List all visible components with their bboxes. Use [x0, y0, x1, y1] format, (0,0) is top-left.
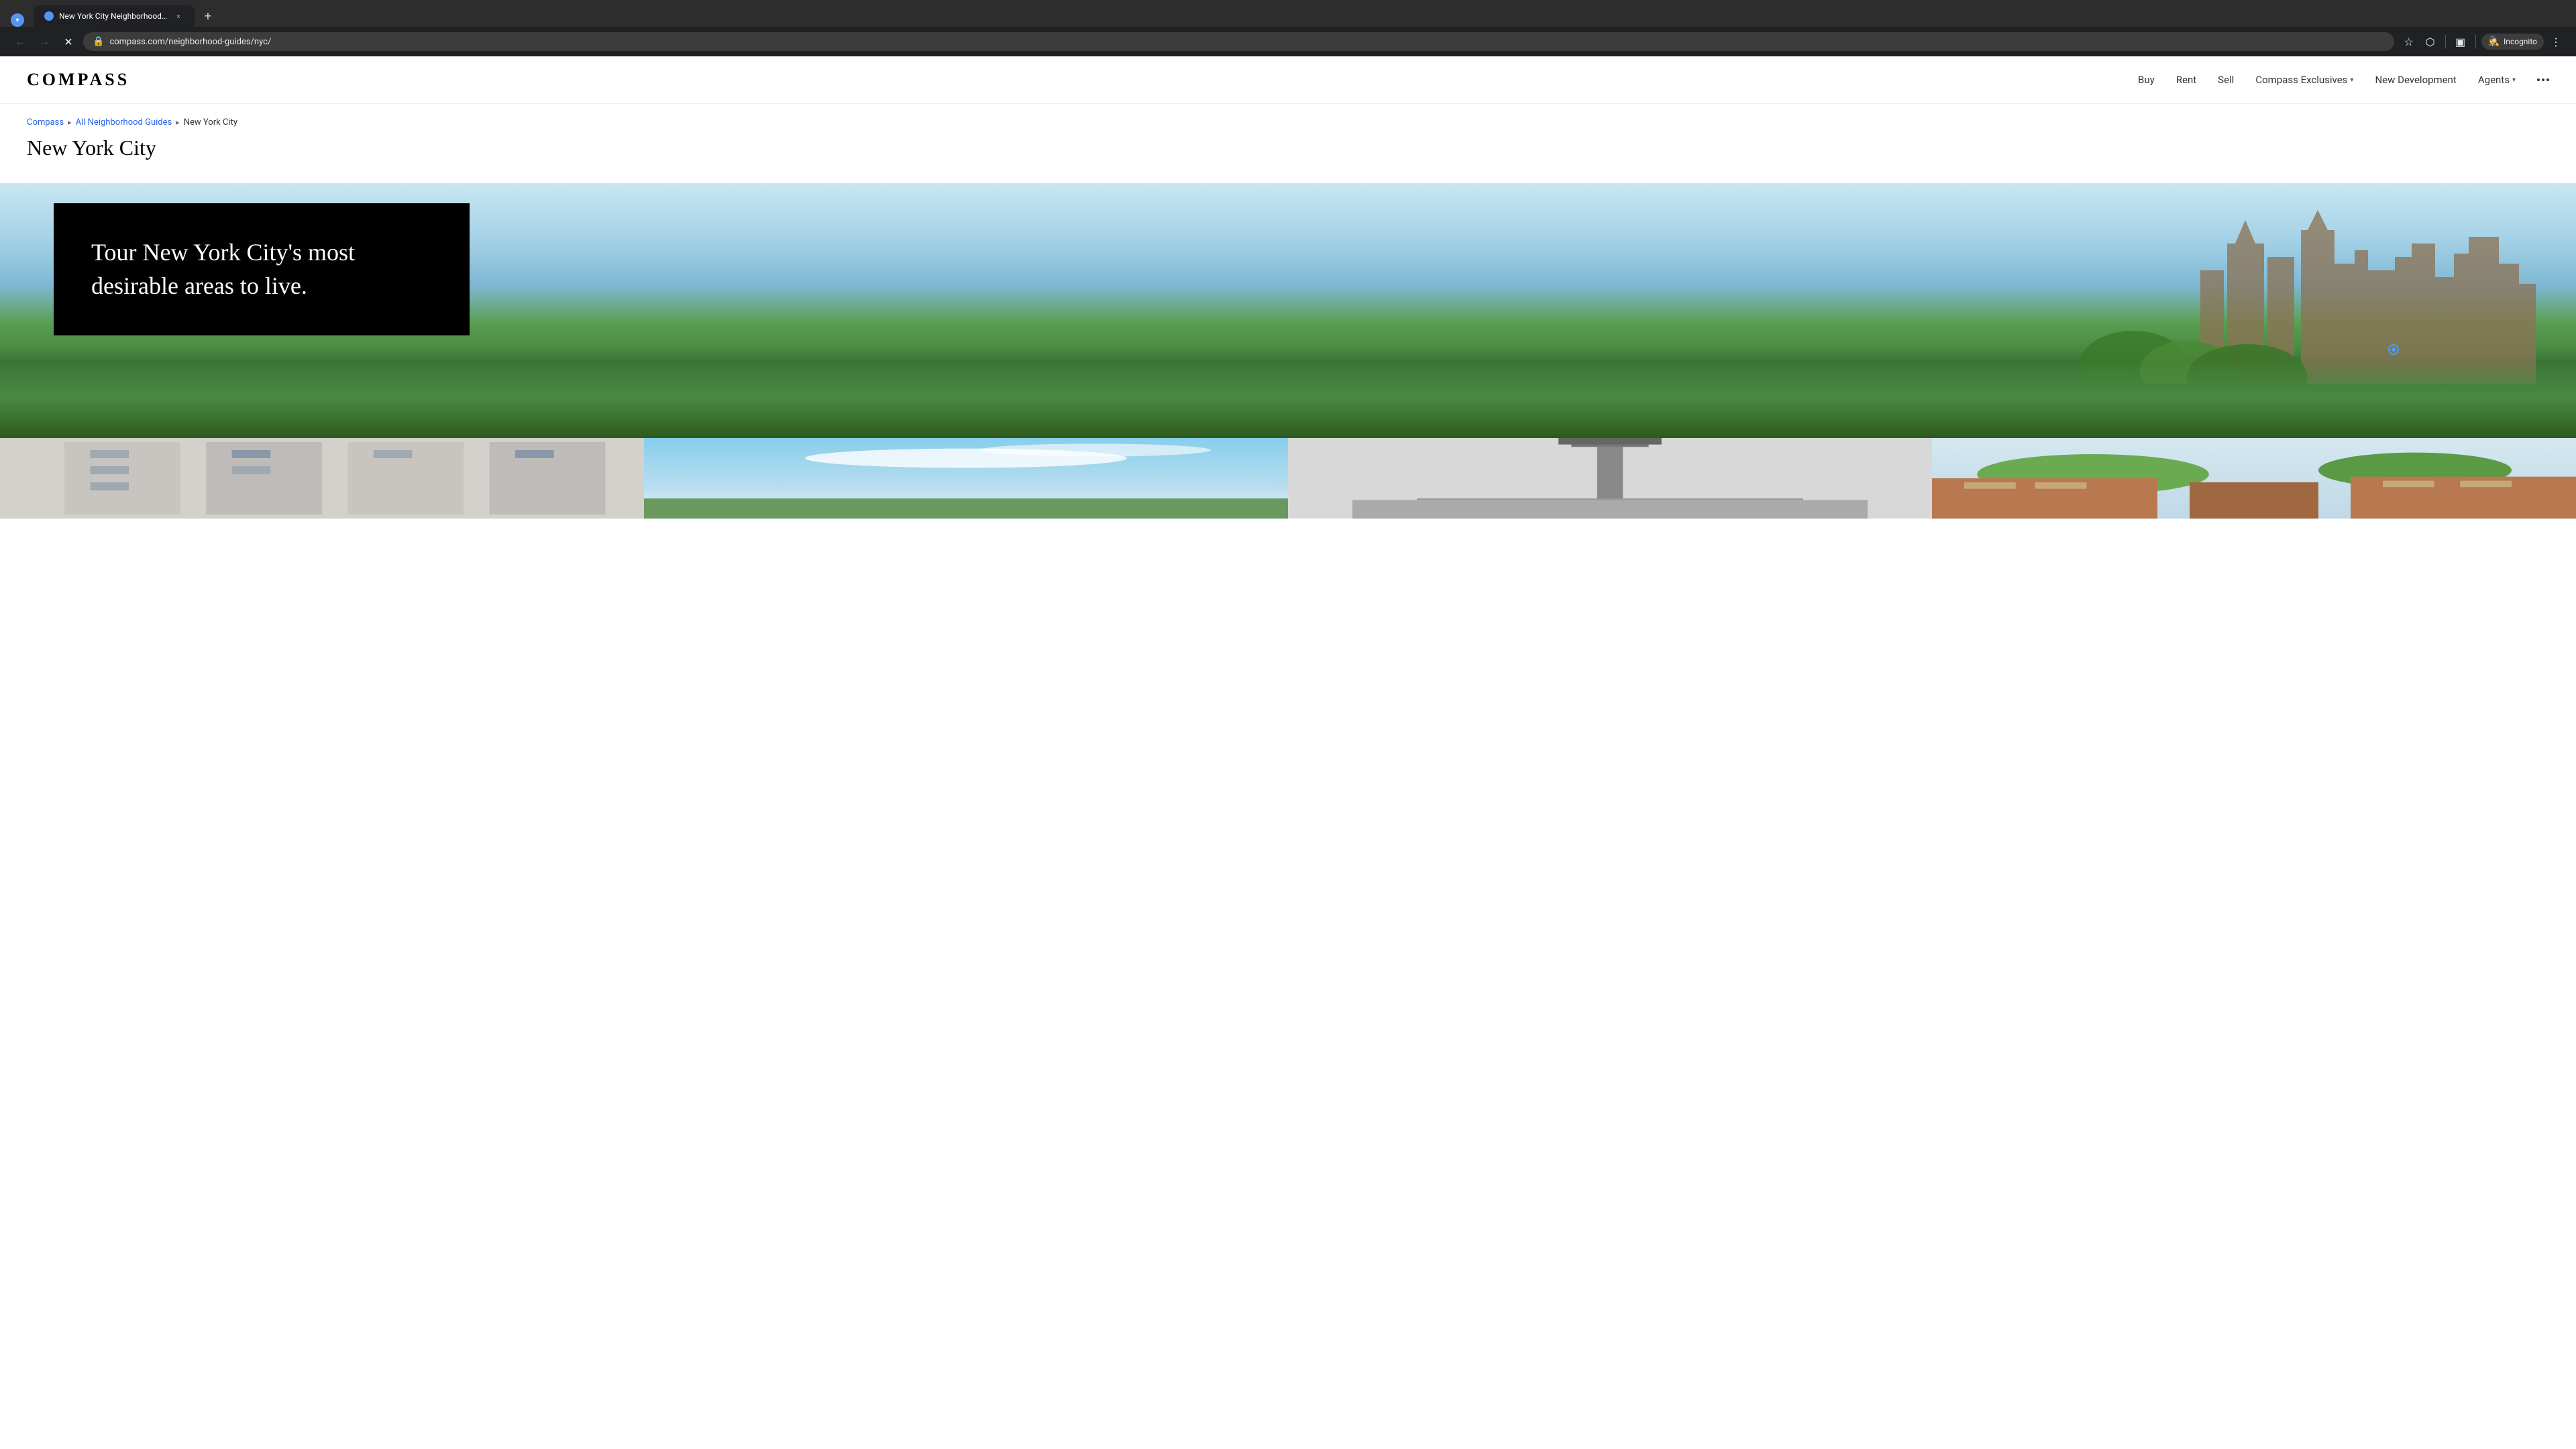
tab-title: New York City Neighborhood G... [59, 11, 168, 21]
thumbnail-1[interactable] [0, 438, 644, 519]
tab-favicon [44, 11, 54, 21]
hero-trees [0, 358, 2576, 438]
extensions-button[interactable]: ⬡ [2421, 32, 2440, 51]
page-title: New York City [27, 136, 2549, 160]
nav-divider [2445, 35, 2446, 48]
cursor-ring [2388, 344, 2399, 355]
lock-icon: 🔒 [93, 36, 104, 47]
breadcrumb: Compass ▸ All Neighborhood Guides ▸ New … [27, 117, 2549, 127]
breadcrumb-home-link[interactable]: Compass [27, 117, 64, 127]
url-display[interactable]: compass.com/neighborhood-guides/nyc/ [109, 37, 2384, 47]
nav-compass-exclusives[interactable]: Compass Exclusives ▾ [2255, 74, 2353, 86]
site-header: COMPASS Buy Rent Sell Compass Exclusives… [0, 56, 2576, 104]
website-content: COMPASS Buy Rent Sell Compass Exclusives… [0, 56, 2576, 519]
thumbnail-4[interactable] [1932, 438, 2576, 519]
incognito-icon: 🕵 [2488, 36, 2500, 47]
browser-nav-icons: ☆ ⬡ ▣ 🕵 Incognito ⋮ [2400, 32, 2565, 51]
nav-agents[interactable]: Agents ▾ [2478, 74, 2516, 86]
tab-close-button[interactable]: × [173, 11, 184, 21]
thumbnail-2[interactable] [644, 438, 1288, 519]
bookmark-button[interactable]: ☆ [2400, 32, 2418, 51]
nav-divider-2 [2475, 35, 2476, 48]
nav-bar: ← → ✕ 🔒 compass.com/neighborhood-guides/… [0, 27, 2576, 56]
breadcrumb-section: Compass ▸ All Neighborhood Guides ▸ New … [0, 104, 2576, 167]
new-tab-button[interactable]: + [199, 7, 217, 25]
cursor-center [2392, 347, 2396, 352]
dot-3 [2546, 78, 2549, 81]
cursor [2388, 344, 2402, 358]
forward-button[interactable]: → [35, 32, 54, 51]
breadcrumb-arrow-2: ▸ [176, 118, 180, 127]
nav-new-development[interactable]: New Development [2375, 74, 2456, 86]
hero-headline: Tour New York City's most desirable area… [91, 235, 432, 303]
profile-button[interactable]: ▾ [11, 13, 24, 27]
breadcrumb-parent-link[interactable]: All Neighborhood Guides [76, 117, 172, 127]
breadcrumb-current: New York City [184, 117, 237, 127]
menu-button[interactable]: ⋮ [2546, 32, 2565, 51]
dot-2 [2542, 78, 2544, 81]
nav-sell[interactable]: Sell [2218, 74, 2234, 86]
hero-section: Tour New York City's most desirable area… [0, 183, 2576, 438]
thumbnails-section [0, 438, 2576, 519]
browser-chrome: ▾ New York City Neighborhood G... × + ← … [0, 0, 2576, 56]
more-menu-button[interactable] [2537, 78, 2549, 81]
back-button[interactable]: ← [11, 32, 30, 51]
thumbnail-3[interactable] [1288, 438, 1932, 519]
tab-bar: ▾ New York City Neighborhood G... × + [0, 0, 2576, 27]
incognito-badge[interactable]: 🕵 Incognito [2481, 34, 2544, 50]
site-logo[interactable]: COMPASS [27, 70, 129, 90]
browser-tab-active[interactable]: New York City Neighborhood G... × [34, 5, 195, 27]
nav-rent[interactable]: Rent [2176, 74, 2196, 86]
dot-1 [2537, 78, 2540, 81]
incognito-label: Incognito [2504, 37, 2537, 46]
breadcrumb-arrow-1: ▸ [68, 118, 72, 127]
compass-exclusives-dropdown-icon: ▾ [2350, 76, 2353, 84]
address-bar[interactable]: 🔒 compass.com/neighborhood-guides/nyc/ [83, 32, 2394, 51]
reload-button[interactable]: ✕ [59, 32, 78, 51]
agents-dropdown-icon: ▾ [2512, 76, 2516, 84]
nav-buy[interactable]: Buy [2138, 74, 2155, 86]
site-nav: Buy Rent Sell Compass Exclusives ▾ New D… [2138, 74, 2549, 86]
hero-content-box: Tour New York City's most desirable area… [54, 203, 470, 335]
layout-button[interactable]: ▣ [2451, 32, 2470, 51]
